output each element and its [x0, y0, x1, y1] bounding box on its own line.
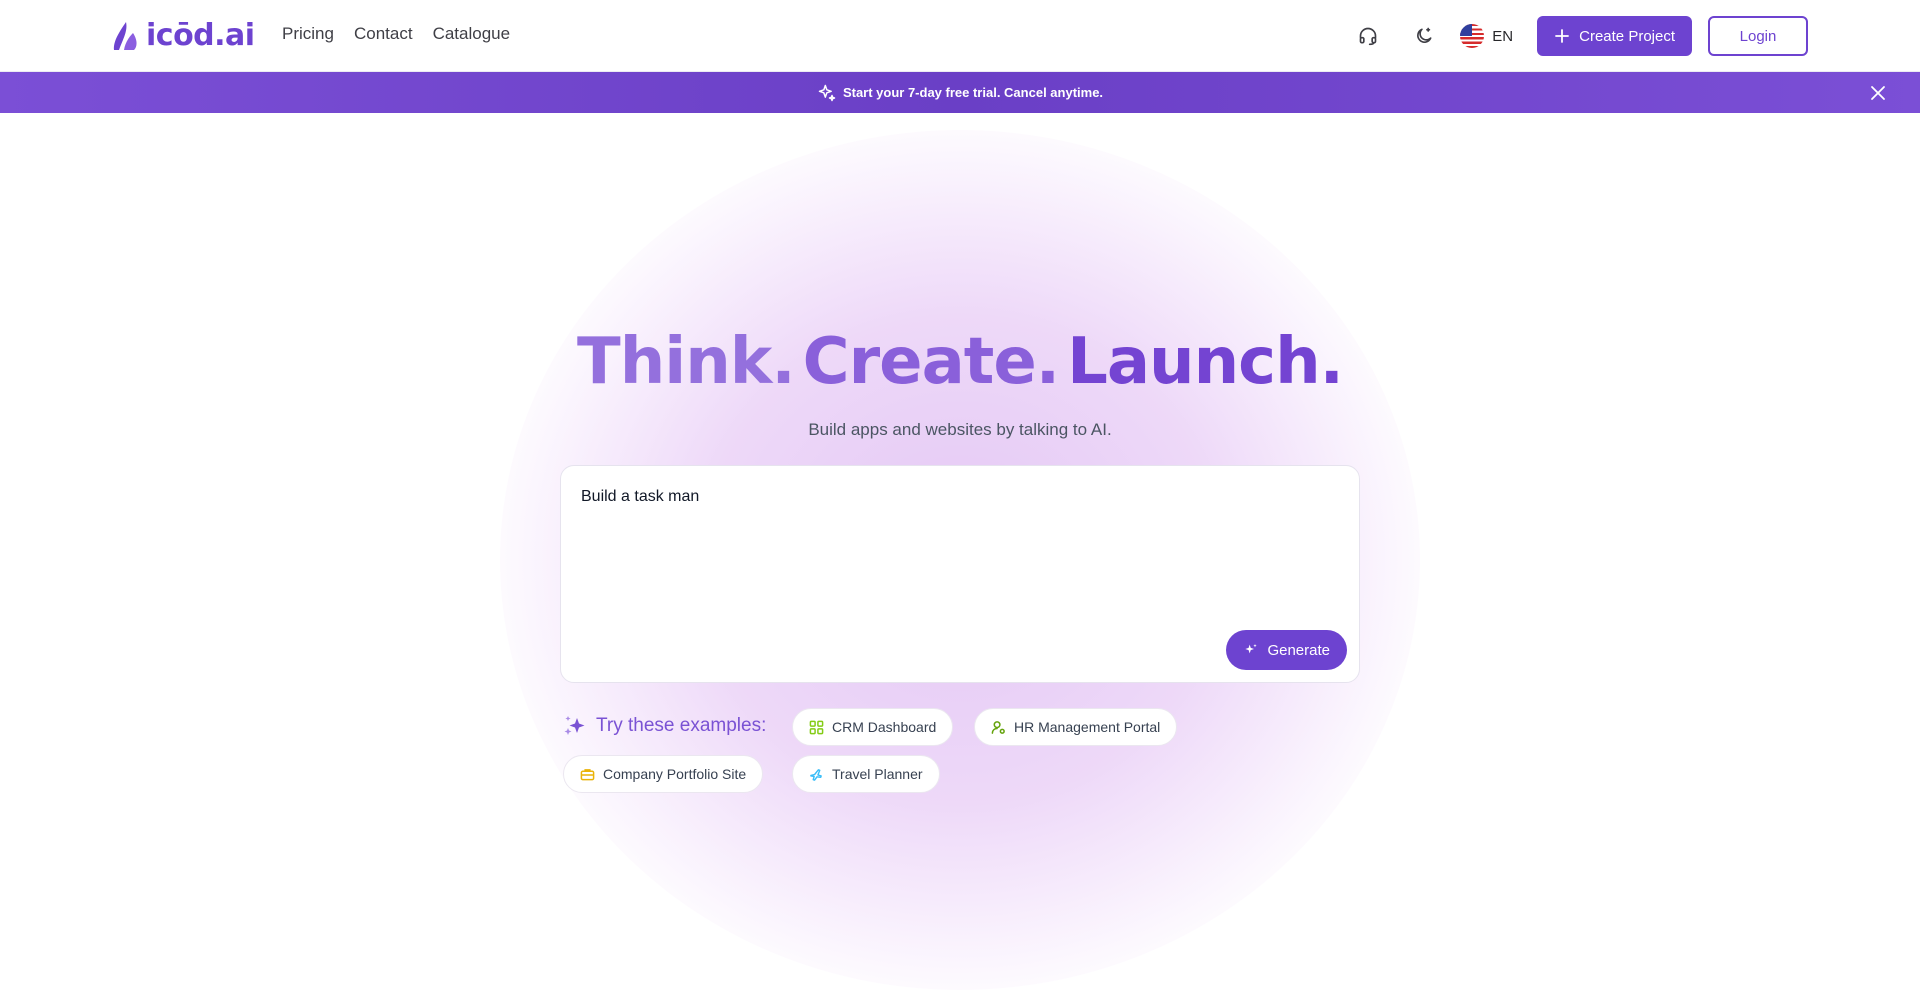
- sparkle-icon: [1245, 644, 1258, 654]
- moon-icon: [1417, 27, 1432, 43]
- hero-title-create: Create.: [802, 325, 1060, 399]
- sparkles-icon: [564, 716, 585, 735]
- nav-contact[interactable]: Contact: [354, 24, 413, 44]
- user-settings-icon: [991, 720, 1005, 734]
- examples-label-text: Try these examples:: [596, 715, 767, 736]
- example-chip-crm[interactable]: CRM Dashboard: [792, 708, 954, 746]
- close-icon[interactable]: [1868, 83, 1888, 103]
- headset-icon: [1359, 27, 1377, 46]
- briefcase-icon: [580, 768, 595, 780]
- us-flag-icon: [1460, 24, 1485, 48]
- dashboard-grid-icon: [809, 720, 824, 734]
- top-header: icōd.ai Pricing Contact Catalogue EN Cre…: [0, 0, 1920, 72]
- example-chip-label: Travel Planner: [832, 766, 923, 782]
- create-project-label: Create Project: [1579, 27, 1675, 45]
- language-code: EN: [1492, 27, 1514, 45]
- hero-title-launch: Launch.: [1067, 325, 1344, 399]
- examples-label: Try these examples:: [562, 713, 766, 739]
- example-chip-label: Company Portfolio Site: [603, 766, 747, 782]
- header-actions: EN Create Project Login: [1348, 16, 1808, 56]
- logo-text: icōd.ai: [146, 18, 255, 53]
- sparkle-icon: [818, 84, 836, 101]
- language-selector[interactable]: EN: [1460, 24, 1513, 48]
- hero-title-think: Think.: [577, 325, 796, 399]
- prompt-input[interactable]: [581, 488, 1281, 506]
- create-project-button[interactable]: Create Project: [1537, 16, 1692, 56]
- logo-icon: [113, 21, 137, 50]
- nav-pricing[interactable]: Pricing: [282, 24, 334, 44]
- login-button[interactable]: Login: [1708, 16, 1808, 56]
- example-chip-label: HR Management Portal: [1014, 719, 1161, 735]
- logo[interactable]: icōd.ai: [110, 18, 255, 53]
- main-nav: Pricing Contact Catalogue: [282, 24, 510, 44]
- generate-label: Generate: [1267, 641, 1330, 659]
- example-chip-travel[interactable]: Travel Planner: [792, 755, 940, 793]
- nav-catalogue[interactable]: Catalogue: [433, 24, 511, 44]
- trial-banner: Start your 7-day free trial. Cancel anyt…: [0, 72, 1920, 113]
- theme-toggle-button[interactable]: [1404, 16, 1444, 56]
- plus-icon: [1555, 29, 1570, 43]
- example-chip-label: CRM Dashboard: [832, 719, 937, 735]
- plane-icon: [810, 768, 822, 781]
- support-button[interactable]: [1348, 16, 1388, 56]
- prompt-box: Generate: [560, 465, 1360, 683]
- example-chip-portfolio[interactable]: Company Portfolio Site: [563, 755, 764, 793]
- hero-title: Think. Create. Launch.: [0, 325, 1920, 399]
- generate-button[interactable]: Generate: [1226, 630, 1347, 670]
- banner-text: Start your 7-day free trial. Cancel anyt…: [842, 85, 1104, 100]
- hero-subtitle: Build apps and websites by talking to AI…: [808, 420, 1112, 439]
- example-chip-hr[interactable]: HR Management Portal: [974, 708, 1178, 746]
